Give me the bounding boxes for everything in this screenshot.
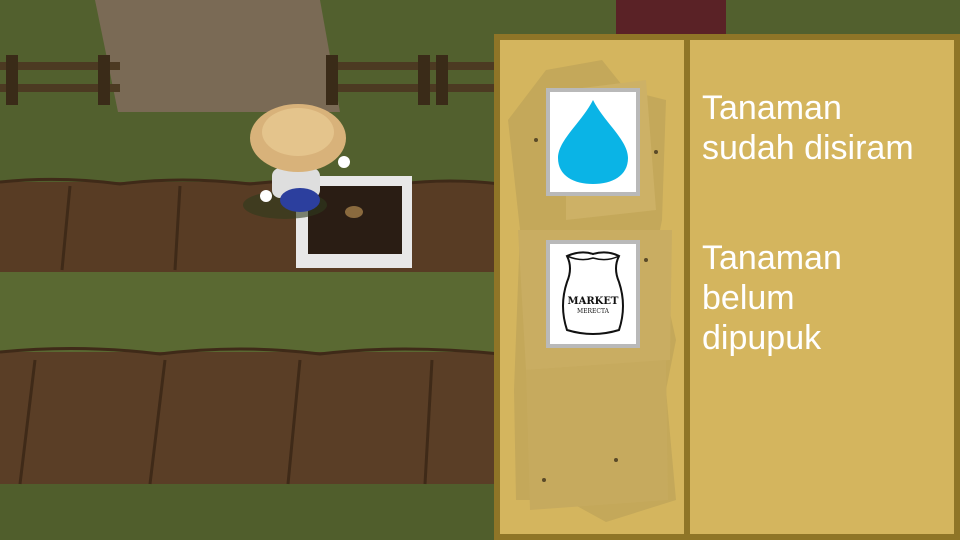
- dirt-path: [95, 0, 340, 112]
- water-status-label: Tanaman sudah disiram: [702, 89, 914, 167]
- fertilizer-status-text: Tanaman belum dipupuk: [702, 238, 952, 358]
- water-status-card: [546, 88, 640, 196]
- water-status-text: Tanaman sudah disiram: [702, 88, 952, 168]
- water-drop-icon: [558, 100, 628, 184]
- planted-seed: [345, 206, 363, 218]
- water-drop-shape: [558, 100, 628, 184]
- fertilizer-status-card: MARKET MERECTA: [546, 240, 640, 348]
- soil-row-bottom: [0, 346, 501, 485]
- soil-row-top: [0, 177, 501, 272]
- panel-divider: [684, 40, 690, 534]
- sack-label-main: MARKET: [568, 296, 619, 307]
- fertilizer-sack-icon: MARKET MERECTA: [562, 251, 624, 335]
- plant-status-panel: MARKET MERECTA Tanaman sudah disiram Tan…: [494, 34, 960, 540]
- fertilizer-status-label: Tanaman belum dipupuk: [702, 239, 842, 357]
- sack-label-sub: MERECTA: [577, 308, 610, 315]
- barn-corner: [616, 0, 726, 36]
